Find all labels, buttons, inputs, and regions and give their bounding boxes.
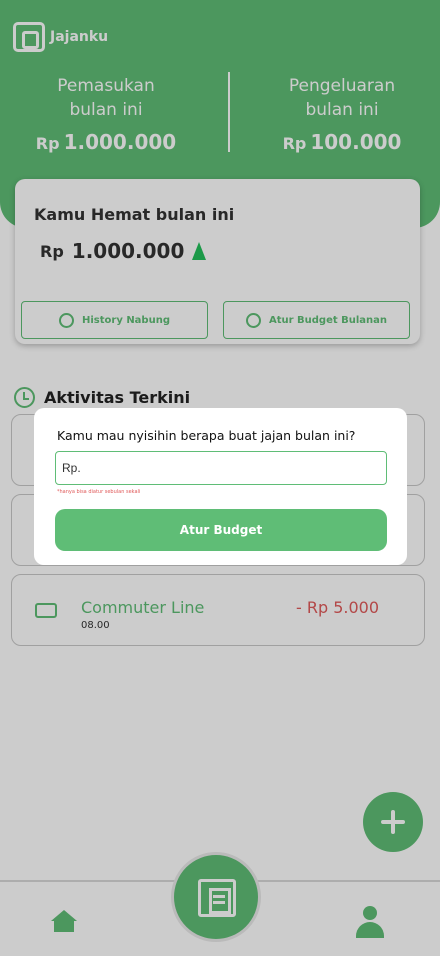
modal-question: Kamu mau nyisihin berapa buat jajan bula… (57, 428, 356, 443)
app-screen: Jajanku Pemasukan bulan ini Rp 1.000.000 … (0, 0, 440, 956)
budget-modal: Kamu mau nyisihin berapa buat jajan bula… (34, 408, 407, 565)
atur-budget-button[interactable]: Atur Budget (55, 509, 387, 551)
budget-amount-input[interactable] (55, 451, 387, 485)
modal-hint: *hanya bisa diatur sebulan sekali (57, 489, 141, 495)
